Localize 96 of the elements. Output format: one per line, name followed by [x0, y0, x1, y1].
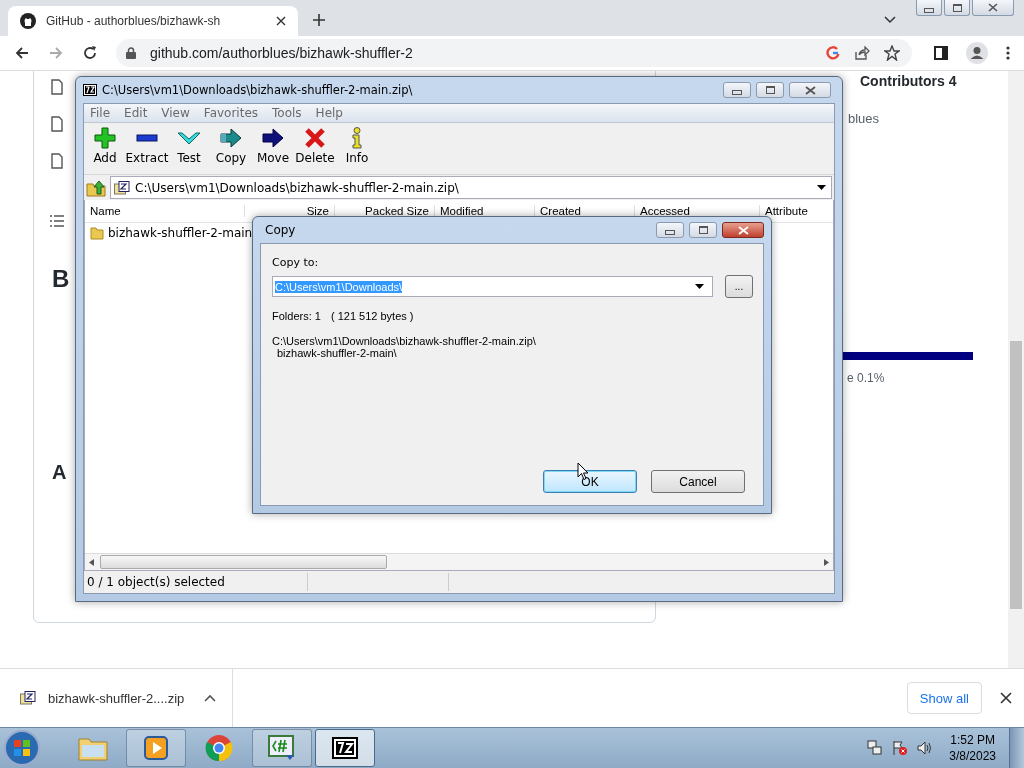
new-tab-icon[interactable]	[312, 13, 326, 27]
close-button[interactable]	[722, 222, 764, 238]
scroll-right-icon[interactable]	[824, 558, 829, 566]
toolbar-button[interactable]: Add	[86, 127, 124, 174]
field-label: Copy to:	[272, 256, 320, 269]
horizontal-scrollbar[interactable]	[85, 553, 833, 570]
star-icon[interactable]	[884, 45, 900, 61]
column-header[interactable]: Name	[85, 205, 245, 217]
show-desktop-button[interactable]	[1009, 728, 1024, 768]
back-icon[interactable]	[14, 45, 30, 61]
close-icon[interactable]	[1000, 692, 1012, 704]
path-field[interactable]: C:\Users\vm1\Downloads\bizhawk-shuffler-2-main.zip\	[110, 176, 832, 199]
menu-item[interactable]: File	[90, 106, 111, 120]
browser-tab[interactable]: GitHub - authorblues/bizhawk-sh	[8, 6, 298, 36]
cross-icon	[304, 127, 326, 149]
folders-count: Folders: 1	[272, 310, 321, 322]
taskbar-button[interactable]	[126, 729, 186, 767]
menu-item[interactable]: Help	[315, 106, 343, 120]
list-icon[interactable]	[50, 215, 64, 227]
clock[interactable]: 1:52 PM 3/8/2023	[939, 732, 1006, 764]
menu-icon[interactable]	[1006, 46, 1010, 60]
dialog-button[interactable]: OK	[543, 470, 637, 493]
start-button[interactable]	[2, 728, 42, 768]
file-icon	[51, 116, 63, 132]
taskbar-button[interactable]	[315, 729, 375, 767]
minimize-button[interactable]	[656, 222, 684, 238]
heading: A	[52, 461, 67, 484]
arrow-right-icon	[219, 127, 243, 149]
flag-icon[interactable]	[892, 740, 909, 756]
dropdown-arrow-icon[interactable]	[817, 185, 826, 190]
toolbar-button[interactable]: Info	[338, 127, 376, 174]
arrow-right-icon	[261, 127, 285, 149]
play-icon	[144, 736, 168, 760]
column-header[interactable]: Attribute	[760, 205, 833, 217]
menu-item[interactable]: Tools	[272, 106, 302, 120]
reload-icon[interactable]	[82, 45, 98, 61]
scroll-left-icon[interactable]	[89, 558, 94, 566]
plus-icon	[94, 127, 116, 149]
dialog-title: Copy	[264, 223, 296, 237]
show-all-button[interactable]: Show all	[906, 682, 982, 714]
scrollbar[interactable]	[1008, 71, 1024, 668]
profile-icon[interactable]	[966, 42, 988, 64]
archive-icon	[83, 84, 97, 96]
restore-button[interactable]	[944, 0, 970, 16]
archive-icon	[332, 737, 358, 759]
owner-text: blues	[848, 111, 880, 126]
chevron-down-icon[interactable]	[884, 16, 896, 24]
file-icon	[51, 79, 63, 95]
share-icon[interactable]	[854, 46, 870, 60]
window-title: C:\Users\vm1\Downloads\bizhawk-shuffler-2-main.zip\	[102, 83, 413, 97]
maximize-button[interactable]	[756, 82, 784, 98]
menu-item[interactable]: Favorites	[203, 106, 259, 120]
status-text: 0 / 1 object(s) selected	[86, 575, 226, 589]
toolbar-button[interactable]: Test	[170, 127, 208, 174]
close-icon	[737, 225, 749, 235]
menu-item[interactable]: View	[161, 106, 190, 120]
chevron-up-icon[interactable]	[204, 694, 217, 702]
browser-icon	[205, 734, 233, 762]
github-icon	[20, 13, 36, 29]
close-icon	[804, 85, 816, 95]
folder-icon	[78, 735, 108, 761]
speaker-icon[interactable]	[917, 740, 934, 756]
close-button[interactable]	[789, 82, 831, 98]
folder-up-icon[interactable]	[86, 178, 106, 197]
network-icon[interactable]	[867, 740, 884, 756]
toolbar-button[interactable]: Move	[254, 127, 292, 174]
close-icon	[988, 3, 998, 12]
close-button[interactable]	[972, 0, 1014, 16]
maximize-button[interactable]	[689, 222, 717, 238]
file-icon	[51, 153, 63, 169]
folder-icon	[90, 226, 104, 240]
minimize-button[interactable]	[916, 0, 942, 16]
close-icon[interactable]	[276, 16, 286, 26]
source-path: C:\Users\vm1\Downloads\bizhawk-shuffler-2-main.zip\	[272, 335, 537, 347]
info-icon	[350, 127, 364, 149]
size-text: ( 121 512 bytes )	[330, 310, 414, 322]
language-text: e 0.1%	[847, 371, 885, 385]
lock-icon	[126, 47, 136, 59]
source-path: bizhawk-shuffler-2-main\	[276, 347, 398, 359]
tab-title: GitHub - authorblues/bizhawk-sh	[46, 14, 222, 28]
heading: B	[52, 265, 70, 293]
minimize-button[interactable]	[723, 82, 751, 98]
archive-icon	[20, 691, 36, 705]
file-row[interactable]: bizhawk-shuffler-2-main	[85, 223, 258, 243]
code-editor-icon	[268, 735, 296, 761]
toolbar-button[interactable]: Delete	[296, 127, 334, 174]
dropdown-arrow-icon[interactable]	[695, 284, 704, 289]
address-bar[interactable]: github.com/authorblues/bizhawk-shuffler-2	[116, 39, 912, 67]
archive-icon	[114, 180, 130, 195]
browse-button[interactable]: ...	[725, 275, 753, 298]
dialog-button[interactable]: Cancel	[651, 470, 745, 493]
google-icon[interactable]	[826, 46, 840, 60]
toolbar-button[interactable]: Copy	[212, 127, 250, 174]
contributors-heading: Contributors 4	[860, 73, 957, 89]
side-panel-icon[interactable]	[934, 46, 948, 60]
menu-item[interactable]: Edit	[124, 106, 148, 120]
